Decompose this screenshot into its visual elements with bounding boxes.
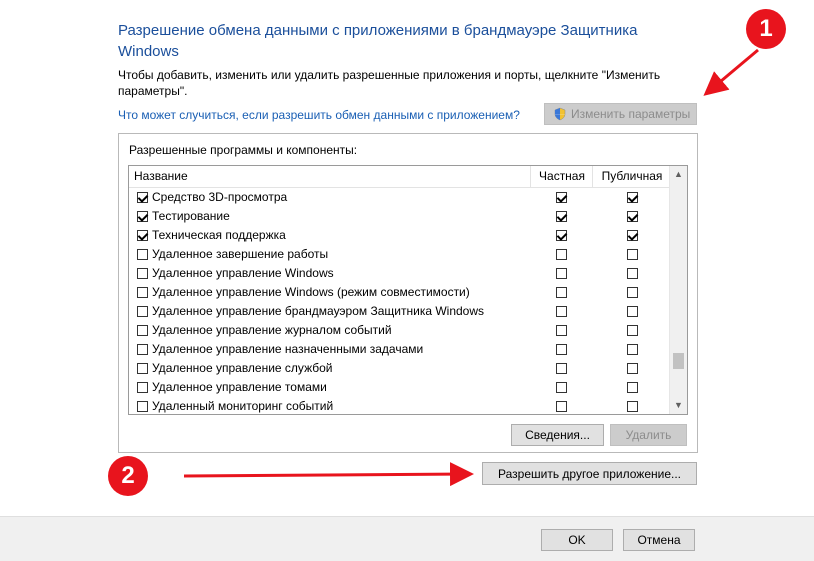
private-checkbox[interactable] (556, 249, 567, 260)
row-name: Удаленное управление службой (137, 359, 332, 378)
public-checkbox[interactable] (627, 325, 638, 336)
private-checkbox[interactable] (556, 211, 567, 222)
table-row[interactable]: Удаленное управление Windows (129, 264, 670, 283)
row-enabled-checkbox[interactable] (137, 268, 148, 279)
chevron-down-icon[interactable]: ▼ (670, 397, 687, 414)
allow-other-app-button[interactable]: Разрешить другое приложение... (482, 462, 697, 485)
cancel-button[interactable]: Отмена (623, 529, 695, 551)
public-checkbox[interactable] (627, 363, 638, 374)
row-enabled-checkbox[interactable] (137, 344, 148, 355)
ok-button[interactable]: OK (541, 529, 613, 551)
row-enabled-checkbox[interactable] (137, 325, 148, 336)
table-row[interactable]: Тестирование (129, 207, 670, 226)
column-header-public[interactable]: Публичная (592, 166, 671, 187)
private-checkbox[interactable] (556, 268, 567, 279)
change-settings-button[interactable]: Изменить параметры (544, 103, 697, 125)
row-enabled-checkbox[interactable] (137, 211, 148, 222)
row-name: Средство 3D-просмотра (137, 188, 287, 207)
private-checkbox[interactable] (556, 287, 567, 298)
row-label: Удаленное завершение работы (152, 247, 329, 261)
row-name: Удаленное завершение работы (137, 245, 328, 264)
table-row[interactable]: Техническая поддержка (129, 226, 670, 245)
public-checkbox[interactable] (627, 230, 638, 241)
change-settings-label: Изменить параметры (571, 107, 691, 121)
private-checkbox[interactable] (556, 382, 567, 393)
row-label: Удаленное управление Windows (режим совм… (152, 285, 470, 299)
row-name: Удаленный мониторинг событий (137, 397, 334, 414)
row-label: Удаленное управление томами (152, 380, 327, 394)
row-name: Удаленное управление Windows (режим совм… (137, 283, 470, 302)
row-enabled-checkbox[interactable] (137, 382, 148, 393)
row-label: Удаленное управление брандмауэром Защитн… (152, 304, 485, 318)
private-checkbox[interactable] (556, 192, 567, 203)
row-label: Техническая поддержка (152, 228, 286, 242)
public-checkbox[interactable] (627, 249, 638, 260)
column-header-name[interactable]: Название (134, 166, 188, 187)
table-row[interactable]: Средство 3D-просмотра (129, 188, 670, 207)
vertical-scrollbar[interactable]: ▲ ▼ (669, 166, 687, 414)
public-checkbox[interactable] (627, 287, 638, 298)
row-label: Средство 3D-просмотра (152, 190, 288, 204)
public-checkbox[interactable] (627, 192, 638, 203)
row-enabled-checkbox[interactable] (137, 363, 148, 374)
row-label: Удаленное управление журналом событий (152, 323, 392, 337)
arrow-to-change-settings (703, 48, 759, 96)
public-checkbox[interactable] (627, 306, 638, 317)
row-label: Удаленное управление назначенными задача… (152, 342, 424, 356)
public-checkbox[interactable] (627, 401, 638, 412)
public-checkbox[interactable] (627, 344, 638, 355)
scrollbar-thumb[interactable] (673, 353, 684, 369)
row-name: Удаленное управление томами (137, 378, 327, 397)
private-checkbox[interactable] (556, 325, 567, 336)
table-row[interactable]: Удаленное управление брандмауэром Защитн… (129, 302, 670, 321)
details-button[interactable]: Сведения... (511, 424, 604, 446)
page-title: Разрешение обмена данными с приложениями… (118, 22, 638, 60)
row-label: Удаленное управление службой (152, 361, 333, 375)
private-checkbox[interactable] (556, 230, 567, 241)
private-checkbox[interactable] (556, 363, 567, 374)
allowed-apps-label: Разрешенные программы и компоненты: (129, 143, 358, 157)
help-link[interactable]: Что может случиться, если разрешить обме… (118, 108, 520, 122)
chevron-up-icon[interactable]: ▲ (670, 166, 687, 183)
public-checkbox[interactable] (627, 268, 638, 279)
row-enabled-checkbox[interactable] (137, 192, 148, 203)
list-header: Название Частная Публичная (129, 166, 670, 188)
private-checkbox[interactable] (556, 344, 567, 355)
row-name: Удаленное управление Windows (137, 264, 334, 283)
private-checkbox[interactable] (556, 306, 567, 317)
column-header-private[interactable]: Частная (530, 166, 593, 187)
delete-button[interactable]: Удалить (610, 424, 687, 446)
uac-shield-icon (554, 107, 566, 121)
table-row[interactable]: Удаленное управление томами (129, 378, 670, 397)
list-rows: Средство 3D-просмотра Тестирование Техниче… (129, 188, 670, 414)
arrow-to-allow-other-app (183, 462, 474, 487)
row-label: Тестирование (152, 209, 230, 223)
row-enabled-checkbox[interactable] (137, 401, 148, 412)
step-badge-1: 1 (746, 9, 786, 49)
public-checkbox[interactable] (627, 211, 638, 222)
row-name: Удаленное управление брандмауэром Защитн… (137, 302, 484, 321)
row-label: Удаленный мониторинг событий (152, 399, 334, 413)
row-enabled-checkbox[interactable] (137, 287, 148, 298)
row-name: Тестирование (137, 207, 230, 226)
step-badge-2: 2 (108, 456, 148, 496)
table-row[interactable]: Удаленное управление журналом событий (129, 321, 670, 340)
row-name: Удаленное управление назначенными задача… (137, 340, 423, 359)
row-enabled-checkbox[interactable] (137, 306, 148, 317)
allowed-apps-list[interactable]: Название Частная Публичная Средство 3D-п… (128, 165, 688, 415)
page-subtitle: Чтобы добавить, изменить или удалить раз… (118, 68, 661, 98)
table-row[interactable]: Удаленное управление Windows (режим совм… (129, 283, 670, 302)
private-checkbox[interactable] (556, 401, 567, 412)
table-row[interactable]: Удаленное завершение работы (129, 245, 670, 264)
row-enabled-checkbox[interactable] (137, 230, 148, 241)
row-enabled-checkbox[interactable] (137, 249, 148, 260)
row-label: Удаленное управление Windows (152, 266, 334, 280)
row-name: Удаленное управление журналом событий (137, 321, 392, 340)
table-row[interactable]: Удаленное управление назначенными задача… (129, 340, 670, 359)
allowed-apps-group: Разрешенные программы и компоненты: Назв… (118, 133, 698, 453)
table-row[interactable]: Удаленное управление службой (129, 359, 670, 378)
row-name: Техническая поддержка (137, 226, 286, 245)
public-checkbox[interactable] (627, 382, 638, 393)
table-row[interactable]: Удаленный мониторинг событий (129, 397, 670, 414)
